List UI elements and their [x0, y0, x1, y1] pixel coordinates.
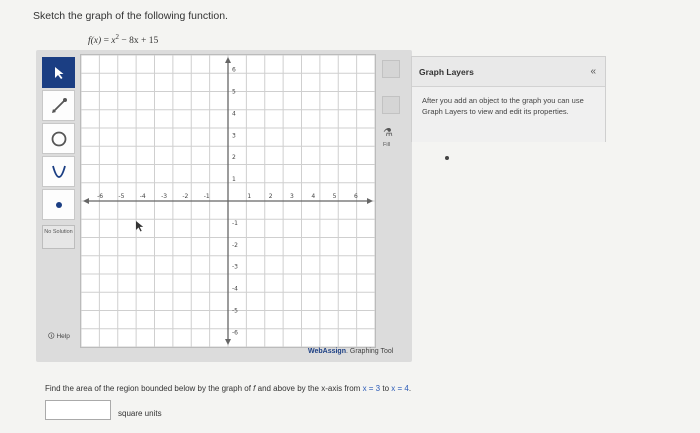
fill-label: Fill [383, 142, 391, 148]
webassign-brand: WebAssign. Graphing Tool [308, 348, 393, 355]
y-axis-arrow-down [225, 339, 231, 345]
y-tick-label: -6 [232, 329, 238, 336]
parabola-tool-button[interactable] [42, 156, 75, 187]
x-tick-label: 5 [333, 193, 337, 200]
x-tick-label: -2 [182, 193, 188, 200]
parabola-icon [51, 165, 66, 178]
point-tool-button[interactable] [42, 189, 75, 220]
function-name: f(x) [88, 36, 102, 47]
y-tick-label: 3 [232, 132, 236, 139]
help-button[interactable]: 🛈 Help [48, 332, 70, 343]
y-tick-label: 6 [232, 67, 236, 74]
question-prompt: Sketch the graph of the following functi… [33, 10, 228, 22]
circle-tool-button[interactable] [42, 123, 75, 154]
x-tick-label: 3 [290, 193, 294, 200]
x-tick-label: 6 [354, 193, 358, 200]
no-solution-button[interactable]: No Solution [42, 225, 75, 249]
area-question: Find the area of the region bounded belo… [45, 384, 411, 393]
graph-side-controls: ⚗ Fill [376, 56, 406, 346]
coordinate-grid: -6 -5 -4 -3 -2 -1 1 2 3 4 5 6 6 5 4 3 2 1 -1 -2 -3 -4 -5 -6 [80, 54, 376, 348]
question-part1: Find the area of the region bounded belo… [45, 384, 254, 393]
circle-icon [51, 131, 66, 146]
y-tick-label: -4 [232, 286, 238, 293]
question-end: . [408, 384, 412, 393]
pointer-tool-button[interactable] [42, 57, 75, 88]
graph-layers-panel: Graph Layers « After you add an object t… [411, 56, 606, 142]
delete-button[interactable] [382, 96, 400, 114]
y-tick-label: -1 [232, 220, 238, 227]
x-tick-label: 2 [269, 193, 273, 200]
help-icon: 🛈 [48, 333, 55, 340]
y-tick-label: 4 [232, 110, 236, 117]
x-axis-arrow-left [83, 198, 89, 204]
collapse-layers-button[interactable]: « [590, 66, 596, 77]
undo-button[interactable] [382, 60, 400, 78]
question-x1: x = 3 [362, 384, 381, 393]
graph-layers-body: After you add an object to the graph you… [412, 86, 605, 142]
x-tick-label: -4 [140, 193, 146, 200]
graph-layers-title: Graph Layers [419, 67, 474, 77]
x-axis-arrow-right [367, 198, 373, 204]
y-tick-label: -5 [232, 308, 238, 315]
y-tick-label: -2 [232, 242, 238, 249]
help-label: Help [56, 333, 70, 340]
brand-suffix: . Graphing Tool [346, 348, 394, 355]
question-x2: x = 4 [391, 384, 409, 393]
answer-input[interactable] [45, 400, 111, 420]
x-tick-label: -1 [204, 193, 210, 200]
equals-sign: = [101, 36, 112, 47]
function-expression: f(x) = x2 − 8x + 15 [88, 33, 158, 46]
question-to: to [380, 384, 392, 393]
x-tick-label: 4 [311, 193, 315, 200]
pointer-icon [54, 66, 63, 79]
y-axis-arrow-up [225, 57, 231, 63]
mouse-cursor-icon [136, 221, 144, 232]
point-icon [55, 201, 62, 208]
stray-mark [445, 156, 449, 160]
fill-icon[interactable]: ⚗ [383, 126, 393, 139]
graph-layers-help-text: After you add an object to the graph you… [422, 96, 584, 117]
line-tool-button[interactable] [42, 90, 75, 121]
line-icon [51, 97, 67, 113]
y-tick-label: 1 [232, 176, 236, 183]
brand-name: WebAssign [308, 348, 346, 355]
x-tick-label: -3 [161, 193, 167, 200]
answer-units: square units [118, 409, 162, 418]
y-tick-label: 2 [232, 154, 236, 161]
function-rest: − 8x + 15 [119, 36, 159, 47]
x-tick-label: -5 [118, 193, 124, 200]
graph-canvas[interactable]: -6 -5 -4 -3 -2 -1 1 2 3 4 5 6 6 5 4 3 2 1 -1 -2 -3 -4 -5 -6 [80, 54, 376, 348]
y-tick-label: 5 [232, 89, 236, 96]
y-tick-label: -3 [232, 264, 238, 271]
question-part2: and above by the x-axis from [255, 384, 363, 393]
x-tick-label: 1 [247, 193, 251, 200]
x-tick-label: -6 [97, 193, 103, 200]
